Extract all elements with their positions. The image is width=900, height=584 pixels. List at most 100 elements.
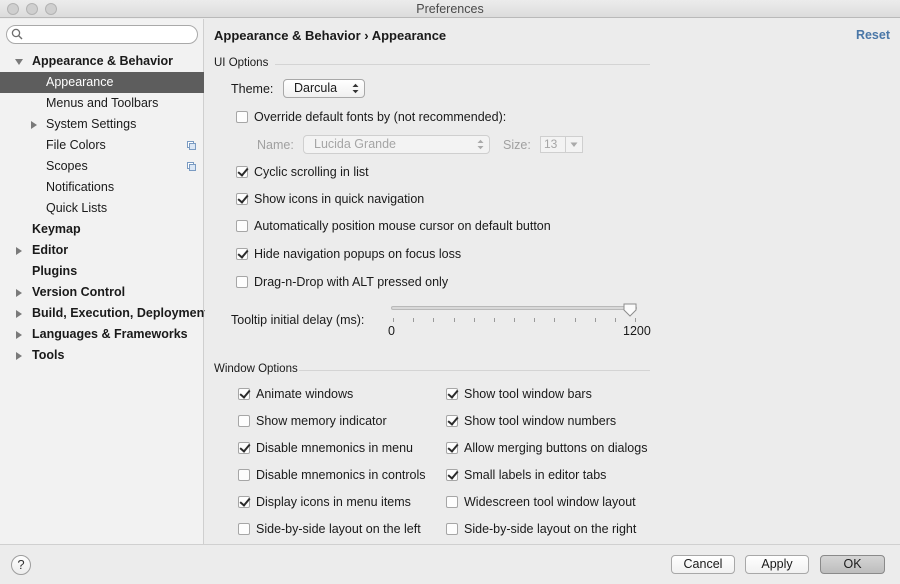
checkbox[interactable]: [238, 469, 250, 481]
sidebar-item-label: Plugins: [32, 264, 78, 278]
theme-select[interactable]: Darcula: [283, 79, 365, 98]
slider-tick: [574, 318, 576, 322]
checkbox[interactable]: [236, 220, 248, 232]
font-name-select[interactable]: Lucida Grande: [303, 135, 490, 154]
chevron-right-icon[interactable]: [16, 331, 22, 339]
search-input[interactable]: [27, 27, 192, 42]
chevron-down-icon: [570, 142, 578, 147]
sidebar-item-keymap[interactable]: Keymap: [0, 219, 204, 240]
sidebar-item-scopes[interactable]: Scopes: [0, 156, 204, 177]
sidebar-item-tools[interactable]: Tools: [0, 345, 204, 366]
apply-button[interactable]: Apply: [745, 555, 809, 574]
show-tool-window-bars-checkbox[interactable]: Show tool window bars: [446, 385, 592, 403]
sidebar-item-file-colors[interactable]: File Colors: [0, 135, 204, 156]
sidebar-item-version-control[interactable]: Version Control: [0, 282, 204, 303]
cyclic-scrolling-checkbox[interactable]: Cyclic scrolling in list: [236, 163, 369, 181]
sidebar-item-build-execution-deployment[interactable]: Build, Execution, Deployment: [0, 303, 208, 324]
font-name-value: Lucida Grande: [314, 137, 397, 151]
slider-tick: [514, 318, 515, 322]
override-fonts-checkbox[interactable]: Override default fonts by (not recommend…: [236, 108, 506, 126]
checkbox[interactable]: [236, 166, 248, 178]
checkbox-label: Allow merging buttons on dialogs: [464, 441, 648, 455]
help-button[interactable]: ?: [11, 555, 31, 575]
checkbox[interactable]: [236, 248, 248, 260]
checkbox[interactable]: [446, 523, 458, 535]
sidebar-item-appearance-behavior[interactable]: Appearance & Behavior: [0, 51, 204, 72]
side-by-side-left-checkbox[interactable]: Side-by-side layout on the left: [238, 520, 421, 538]
search-field[interactable]: [6, 25, 198, 44]
checkbox[interactable]: [446, 469, 458, 481]
slider-tick: [433, 318, 435, 322]
slider-tick: [554, 318, 556, 322]
checkbox-label: Show memory indicator: [256, 414, 387, 428]
checkbox[interactable]: [446, 496, 458, 508]
checkbox-label: Show tool window numbers: [464, 414, 617, 428]
auto-position-cursor-checkbox[interactable]: Automatically position mouse cursor on d…: [236, 217, 551, 235]
checkbox[interactable]: [238, 388, 250, 400]
checkbox-label: Side-by-side layout on the left: [256, 522, 421, 536]
disable-mnemonics-menu-checkbox[interactable]: Disable mnemonics in menu: [238, 439, 413, 457]
checkbox[interactable]: [238, 523, 250, 535]
checkbox[interactable]: [238, 442, 250, 454]
show-memory-indicator-checkbox[interactable]: Show memory indicator: [238, 412, 387, 430]
tooltip-delay-label: Tooltip initial delay (ms):: [231, 313, 365, 327]
checkbox-label: Show icons in quick navigation: [254, 192, 425, 206]
font-size-label: Size:: [503, 138, 531, 152]
font-size-dropdown[interactable]: [566, 136, 583, 153]
slider-thumb[interactable]: [623, 303, 637, 317]
checkbox[interactable]: [238, 415, 250, 427]
chevron-down-icon[interactable]: [15, 59, 23, 65]
slider-tick: [493, 318, 495, 322]
show-icons-quick-nav-checkbox[interactable]: Show icons in quick navigation: [236, 190, 424, 208]
sidebar-item-label: Keymap: [32, 222, 81, 236]
checkbox[interactable]: [446, 442, 458, 454]
sidebar-item-languages-frameworks[interactable]: Languages & Frameworks: [0, 324, 204, 345]
checkbox-label: Widescreen tool window layout: [464, 495, 636, 509]
checkbox-label: Override default fonts by (not recommend…: [254, 110, 507, 124]
chevron-right-icon[interactable]: [16, 289, 22, 297]
chevron-right-icon[interactable]: [16, 247, 22, 255]
hide-nav-popups-checkbox[interactable]: Hide navigation popups on focus loss: [236, 245, 461, 263]
checkbox[interactable]: [236, 193, 248, 205]
ok-button[interactable]: OK: [820, 555, 885, 574]
sidebar-item-menus-toolbars[interactable]: Menus and Toolbars: [0, 93, 204, 114]
sidebar-item-quick-lists[interactable]: Quick Lists: [0, 198, 204, 219]
sidebar-item-system-settings[interactable]: System Settings: [0, 114, 204, 135]
sidebar-item-label: Tools: [32, 348, 65, 362]
checkbox[interactable]: [238, 496, 250, 508]
checkbox[interactable]: [446, 415, 458, 427]
checkbox[interactable]: [446, 388, 458, 400]
sidebar-item-label: Notifications: [46, 180, 115, 194]
disable-mnemonics-controls-checkbox[interactable]: Disable mnemonics in controls: [238, 466, 426, 484]
small-labels-editor-tabs-checkbox[interactable]: Small labels in editor tabs: [446, 466, 606, 484]
show-tool-window-numbers-checkbox[interactable]: Show tool window numbers: [446, 412, 616, 430]
chevron-right-icon[interactable]: [16, 310, 22, 318]
checkbox-label: Animate windows: [256, 387, 354, 401]
breadcrumb: Appearance & Behavior › Appearance: [214, 28, 447, 43]
cancel-button[interactable]: Cancel: [671, 555, 735, 574]
sidebar-item-label: Scopes: [46, 159, 88, 173]
font-size-input[interactable]: 13: [540, 136, 566, 153]
project-level-icon: [187, 141, 196, 150]
side-by-side-right-checkbox[interactable]: Side-by-side layout on the right: [446, 520, 636, 538]
slider-tick: [413, 318, 415, 322]
ui-options-title: UI Options: [214, 57, 269, 69]
slider-track[interactable]: [391, 306, 637, 310]
reset-link[interactable]: Reset: [856, 28, 890, 42]
checkbox-label: Hide navigation popups on focus loss: [254, 247, 462, 261]
sidebar-item-editor[interactable]: Editor: [0, 240, 204, 261]
chevron-right-icon[interactable]: [31, 121, 37, 129]
sidebar-item-notifications[interactable]: Notifications: [0, 177, 204, 198]
sidebar-item-plugins[interactable]: Plugins: [0, 261, 204, 282]
drag-n-drop-alt-checkbox[interactable]: Drag-n-Drop with ALT pressed only: [236, 273, 448, 291]
allow-merging-buttons-checkbox[interactable]: Allow merging buttons on dialogs: [446, 439, 647, 457]
checkbox[interactable]: [236, 276, 248, 288]
checkbox[interactable]: [236, 111, 248, 123]
animate-windows-checkbox[interactable]: Animate windows: [238, 385, 353, 403]
sidebar-item-label: Build, Execution, Deployment: [32, 306, 209, 320]
display-icons-menu-checkbox[interactable]: Display icons in menu items: [238, 493, 411, 511]
chevron-right-icon[interactable]: [16, 352, 22, 360]
widescreen-layout-checkbox[interactable]: Widescreen tool window layout: [446, 493, 636, 511]
sidebar-item-appearance[interactable]: Appearance: [0, 72, 204, 93]
checkbox-label: Automatically position mouse cursor on d…: [254, 219, 551, 233]
